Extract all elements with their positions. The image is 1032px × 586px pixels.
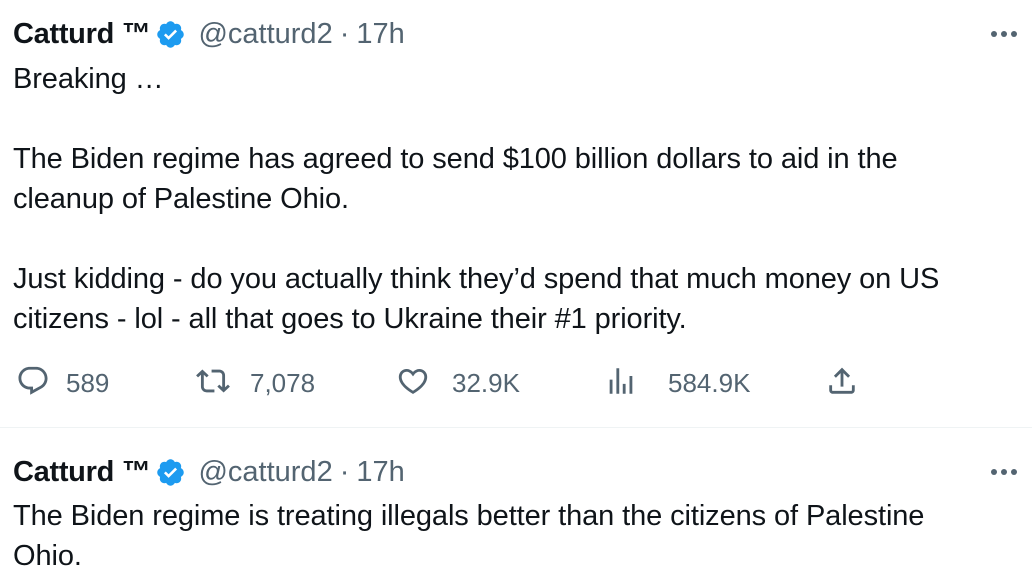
reply-button[interactable]: 589 bbox=[16, 360, 109, 406]
views-icon bbox=[604, 364, 638, 403]
more-icon[interactable] bbox=[986, 457, 1022, 487]
retweet-count: 7,078 bbox=[250, 367, 316, 398]
tweet-header: Catturd ™ @catturd2 · 17h bbox=[13, 452, 405, 492]
user-handle[interactable]: @catturd2 bbox=[198, 18, 332, 51]
retweet-button[interactable]: 7,078 bbox=[196, 360, 315, 406]
timestamp[interactable]: 17h bbox=[356, 18, 404, 51]
separator-dot: · bbox=[339, 455, 350, 488]
share-icon bbox=[825, 364, 859, 403]
tweet-text: Breaking … The Biden regime has agreed t… bbox=[13, 63, 940, 335]
verified-badge-icon bbox=[155, 19, 186, 50]
separator-dot: · bbox=[339, 17, 350, 50]
like-button[interactable]: 32.9K bbox=[396, 360, 520, 406]
tweet-text: The Biden regime is treating illegals be… bbox=[13, 500, 925, 572]
timestamp[interactable]: 17h bbox=[356, 456, 404, 489]
like-count: 32.9K bbox=[452, 367, 520, 398]
like-icon bbox=[396, 364, 430, 403]
views-button[interactable]: 584.9K bbox=[604, 360, 750, 406]
reply-count: 589 bbox=[66, 367, 110, 398]
tweet-header: Catturd ™ @catturd2 · 17h bbox=[13, 14, 405, 54]
retweet-icon bbox=[196, 364, 230, 403]
verified-badge-icon bbox=[155, 457, 186, 488]
user-handle[interactable]: @catturd2 bbox=[198, 456, 332, 489]
share-button[interactable] bbox=[825, 360, 859, 406]
views-count: 584.9K bbox=[668, 367, 751, 398]
tweet-actions: 589 7,078 32.9K 584.9K bbox=[0, 360, 1032, 406]
display-name[interactable]: Catturd ™ bbox=[13, 18, 151, 51]
reply-icon bbox=[16, 364, 50, 403]
display-name[interactable]: Catturd ™ bbox=[13, 456, 151, 489]
more-icon[interactable] bbox=[986, 19, 1022, 49]
